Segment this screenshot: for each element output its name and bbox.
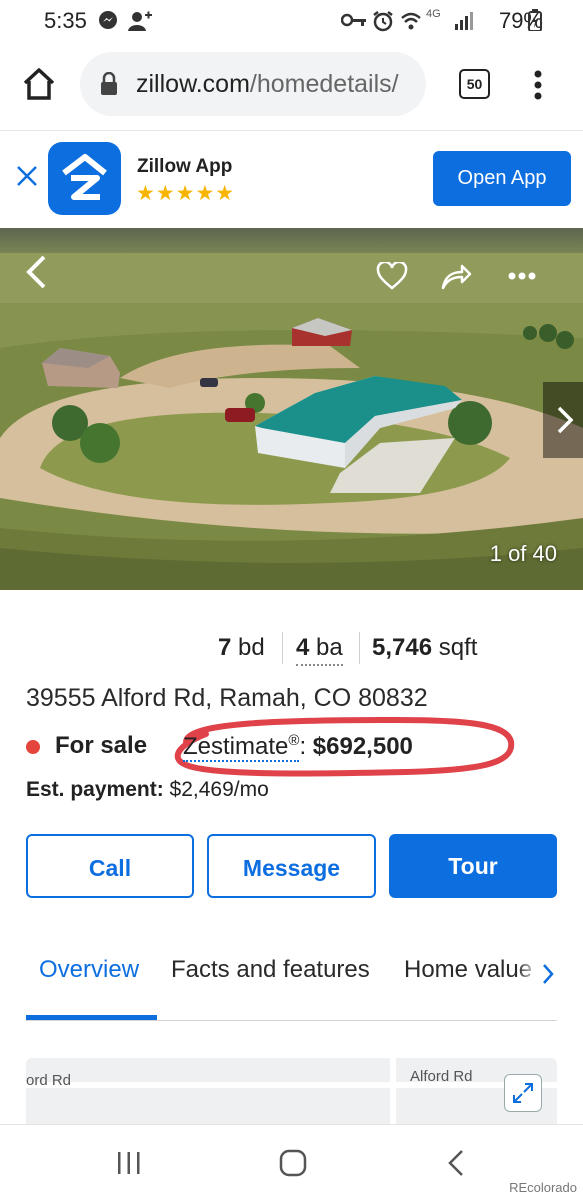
zestimate-word: Zestimate: [183, 733, 289, 760]
url-text: zillow.com/homedetails/: [136, 70, 399, 99]
watermark: REcolorado: [509, 1180, 577, 1195]
tab-home-value[interactable]: Home value: [404, 956, 532, 984]
status-dot: [26, 740, 40, 754]
chevron-right-icon: [557, 406, 574, 434]
sale-status: For sale: [55, 732, 148, 759]
tour-button[interactable]: Tour: [389, 834, 557, 898]
sqft-value: 5,746: [372, 634, 433, 661]
status-bar: 5:35 4G 79%: [0, 0, 583, 40]
map-road-label: ord Rd: [26, 1072, 72, 1089]
key-icon: [340, 12, 367, 33]
beds-value: 7: [218, 634, 232, 661]
sqft-fact: 5,746 sqft: [372, 634, 477, 662]
sqft-unit: sqft: [438, 634, 478, 661]
detail-tabs: Overview Facts and features Home value: [26, 940, 557, 1021]
tab-facts-and-features[interactable]: Facts and features: [171, 956, 370, 984]
home-facts: 7 bd 4 ba 5,746 sqft: [0, 628, 583, 672]
app-banner-title: Zillow App: [137, 156, 233, 177]
aerial-farm-photo: [0, 228, 583, 590]
recent-apps-icon[interactable]: [116, 1151, 142, 1180]
close-icon[interactable]: [14, 163, 40, 194]
photo-counter: 1 of 40: [489, 541, 557, 566]
system-nav-bar: REcolorado: [0, 1124, 583, 1201]
url-path: /homedetails/: [249, 70, 399, 98]
baths-value: 4: [296, 634, 310, 661]
tab-overview[interactable]: Overview: [39, 956, 139, 984]
listing-photo[interactable]: 1 of 40: [0, 228, 583, 590]
zestimate-label[interactable]: Zestimate®: [183, 732, 300, 762]
active-tab-indicator: [26, 1015, 157, 1020]
expand-icon: [513, 1083, 533, 1103]
open-app-button[interactable]: Open App: [433, 151, 571, 206]
beds-unit: bd: [238, 634, 265, 661]
map-road-label: Alford Rd: [410, 1068, 473, 1085]
fact-divider: [282, 632, 283, 664]
tab-count-button[interactable]: 50: [459, 69, 490, 99]
next-photo-button[interactable]: [543, 382, 583, 458]
call-button[interactable]: Call: [26, 834, 194, 898]
signal-icon: [454, 10, 474, 35]
baths-unit: ba: [316, 634, 343, 661]
address-bar[interactable]: zillow.com/homedetails/: [80, 52, 426, 116]
baths-fact[interactable]: 4 ba: [296, 634, 343, 666]
payment-label: Est. payment:: [26, 778, 164, 801]
property-address: 39555 Alford Rd, Ramah, CO 80832: [26, 684, 428, 712]
estimated-payment: Est. payment: $2,469/mo: [26, 778, 269, 802]
home-icon[interactable]: [22, 67, 56, 106]
map-road: [26, 1082, 557, 1088]
map-road: [390, 1058, 396, 1128]
fact-divider: [359, 632, 360, 664]
chevron-right-icon[interactable]: [541, 962, 555, 991]
more-options-icon[interactable]: [534, 70, 542, 105]
zestimate[interactable]: Zestimate®: $692,500: [183, 732, 413, 762]
wifi-icon: [400, 10, 422, 37]
sale-status-row: For sale Zestimate®: $692,500: [26, 716, 566, 777]
add-person-icon: [128, 10, 152, 37]
system-back-icon[interactable]: [447, 1149, 465, 1182]
status-time: 5:35: [44, 8, 87, 33]
rating-stars: ★★★★★: [136, 182, 236, 205]
beds-fact: 7 bd: [218, 634, 265, 662]
alarm-icon: [372, 10, 394, 37]
expand-map-button[interactable]: [504, 1074, 542, 1112]
app-banner: Zillow App ★★★★★ Open App: [0, 131, 583, 227]
home-button-icon[interactable]: [279, 1149, 307, 1182]
messenger-icon: [98, 10, 118, 35]
location-map[interactable]: ord Rd Alford Rd: [26, 1058, 557, 1128]
battery-icon: [528, 9, 542, 36]
zestimate-value: $692,500: [312, 733, 413, 760]
lock-icon: [100, 71, 118, 101]
payment-value: $2,469/mo: [169, 778, 269, 801]
registered-mark: ®: [288, 732, 300, 749]
url-host: zillow.com: [136, 70, 250, 98]
message-button[interactable]: Message: [207, 834, 376, 898]
zestimate-colon: :: [299, 733, 313, 760]
zillow-logo: [48, 142, 121, 215]
network-4g-icon: 4G: [426, 8, 441, 20]
browser-toolbar: zillow.com/homedetails/ 50: [0, 40, 583, 131]
